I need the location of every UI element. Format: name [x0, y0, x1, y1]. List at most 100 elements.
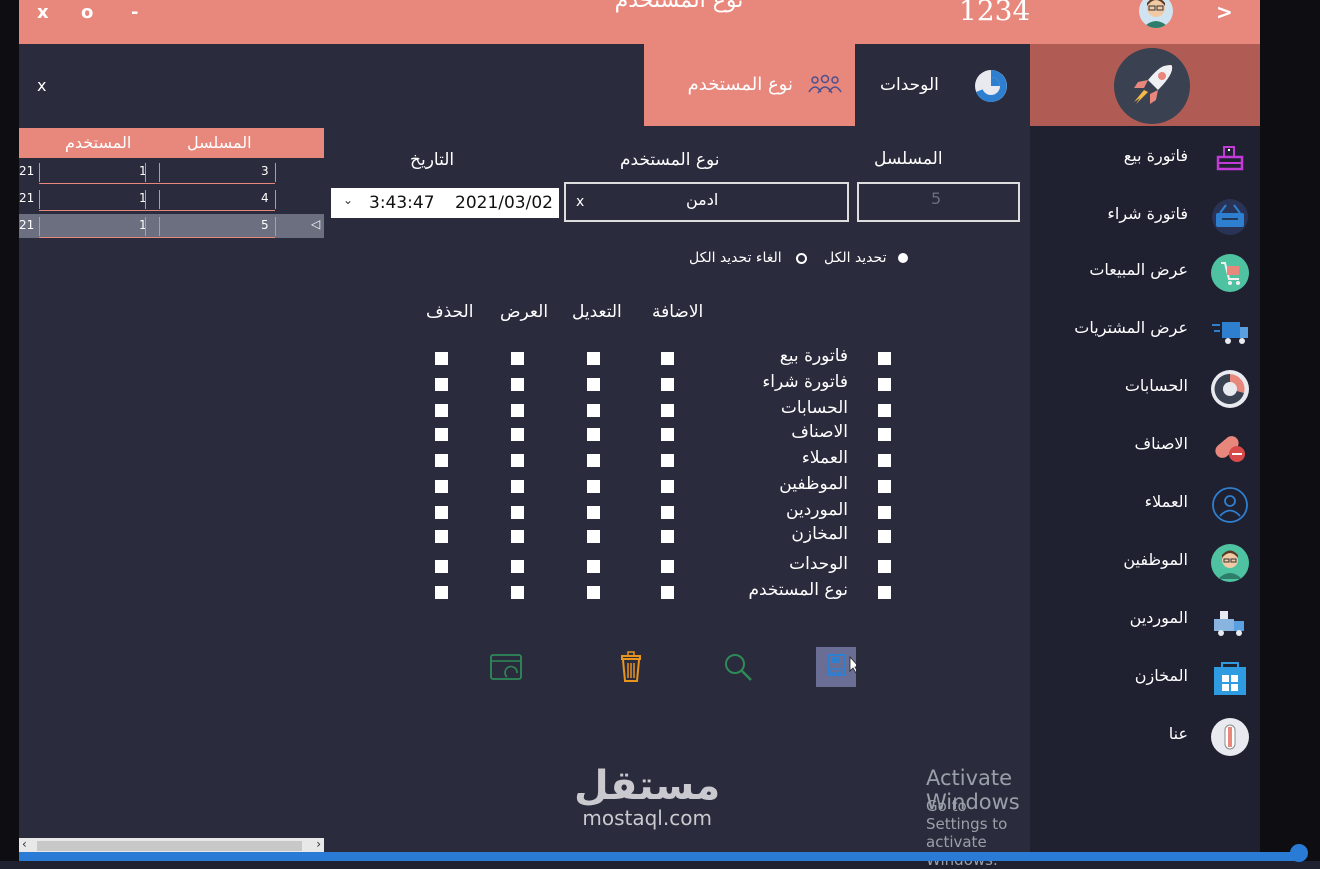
sidebar-item-truck[interactable]: عرض المشتريات — [1030, 306, 1260, 356]
permission-row-checkbox[interactable] — [878, 560, 891, 573]
permission-row-checkbox[interactable] — [878, 352, 891, 365]
watermark-latin: mostaql.com — [582, 806, 712, 830]
permission-edit-checkbox[interactable] — [587, 454, 600, 467]
deselect-all-radio[interactable] — [796, 253, 807, 264]
sidebar-item-pie-chart[interactable]: الحسابات — [1030, 364, 1260, 414]
close-button[interactable]: x — [37, 2, 49, 23]
sidebar-item-register[interactable]: فاتورة بيع — [1030, 134, 1260, 184]
permission-view-checkbox[interactable] — [511, 480, 524, 493]
scroll-thumb[interactable] — [37, 841, 302, 851]
permission-delete-checkbox[interactable] — [435, 560, 448, 573]
tab-user-type[interactable]: نوع المستخدم — [644, 44, 855, 126]
permission-label: المخازن — [791, 524, 848, 544]
grid-header-serial[interactable]: المسلسل — [187, 133, 252, 152]
permission-add-checkbox[interactable] — [661, 428, 674, 441]
permission-row-checkbox[interactable] — [878, 428, 891, 441]
permission-delete-checkbox[interactable] — [435, 352, 448, 365]
permission-delete-checkbox[interactable] — [435, 480, 448, 493]
sidebar-item-info[interactable]: عنا — [1030, 712, 1260, 762]
permission-row-checkbox[interactable] — [878, 378, 891, 391]
select-all-label[interactable]: تحديد الكل — [824, 250, 886, 266]
serial-value: 5 — [931, 189, 942, 208]
permission-row-checkbox[interactable] — [878, 530, 891, 543]
permission-delete-checkbox[interactable] — [435, 404, 448, 417]
table-row[interactable]: 21 1 4 — [19, 187, 324, 211]
permission-view-checkbox[interactable] — [511, 378, 524, 391]
permission-edit-checkbox[interactable] — [587, 506, 600, 519]
permission-row-checkbox[interactable] — [878, 506, 891, 519]
permission-view-checkbox[interactable] — [511, 560, 524, 573]
date-picker[interactable]: ⌄ 3:43:47 2021/03/02 — [331, 188, 559, 218]
permission-view-checkbox[interactable] — [511, 454, 524, 467]
sidebar-item-label: العملاء — [1144, 492, 1188, 511]
permission-view-checkbox[interactable] — [511, 586, 524, 599]
permission-view-checkbox[interactable] — [511, 428, 524, 441]
table-row[interactable]: 21 1 3 — [19, 160, 324, 184]
permission-delete-checkbox[interactable] — [435, 428, 448, 441]
permission-add-checkbox[interactable] — [661, 404, 674, 417]
permission-edit-checkbox[interactable] — [587, 352, 600, 365]
permission-delete-checkbox[interactable] — [435, 454, 448, 467]
window-title: نوع المستخدم — [614, 0, 744, 13]
permission-edit-checkbox[interactable] — [587, 428, 600, 441]
permission-row-checkbox[interactable] — [878, 454, 891, 467]
cart-icon — [1210, 253, 1250, 293]
tab-close-button[interactable]: x — [37, 76, 46, 95]
sidebar-item-pills[interactable]: الاصناف — [1030, 422, 1260, 472]
permission-delete-checkbox[interactable] — [435, 586, 448, 599]
grid-header-user[interactable]: المستخدم — [65, 133, 131, 152]
permission-view-checkbox[interactable] — [511, 506, 524, 519]
sidebar-item-basket[interactable]: فاتورة شراء — [1030, 192, 1260, 242]
permission-add-checkbox[interactable] — [661, 454, 674, 467]
sidebar-item-employee[interactable]: الموظفين — [1030, 538, 1260, 588]
restore-button[interactable]: o — [81, 2, 93, 23]
chevron-down-icon[interactable]: ⌄ — [343, 193, 353, 207]
permission-add-checkbox[interactable] — [661, 530, 674, 543]
user-type-field[interactable]: x ادمن — [564, 182, 849, 222]
back-button[interactable]: > — [1216, 0, 1233, 24]
permission-view-checkbox[interactable] — [511, 530, 524, 543]
sidebar-item-store[interactable]: المخازن — [1030, 654, 1260, 704]
permission-view-checkbox[interactable] — [511, 352, 524, 365]
sidebar-item-label: عرض المشتريات — [1074, 318, 1188, 337]
serial-field[interactable]: 5 — [857, 182, 1020, 222]
permission-delete-checkbox[interactable] — [435, 530, 448, 543]
column-edit: التعديل — [572, 302, 622, 322]
select-all-radio[interactable] — [898, 253, 908, 263]
rocket-logo-icon — [1114, 48, 1190, 124]
permission-add-checkbox[interactable] — [661, 560, 674, 573]
permission-delete-checkbox[interactable] — [435, 378, 448, 391]
sidebar-item-user-circle[interactable]: العملاء — [1030, 480, 1260, 530]
table-cell-date: 21 — [19, 164, 35, 178]
permission-add-checkbox[interactable] — [661, 352, 674, 365]
permission-add-checkbox[interactable] — [661, 378, 674, 391]
refresh-button[interactable] — [486, 647, 526, 687]
permission-delete-checkbox[interactable] — [435, 506, 448, 519]
permission-row-checkbox[interactable] — [878, 586, 891, 599]
permission-view-checkbox[interactable] — [511, 404, 524, 417]
sidebar-item-delivery-truck[interactable]: الموردين — [1030, 596, 1260, 646]
permission-add-checkbox[interactable] — [661, 586, 674, 599]
permission-edit-checkbox[interactable] — [587, 404, 600, 417]
permission-edit-checkbox[interactable] — [587, 378, 600, 391]
permission-add-checkbox[interactable] — [661, 480, 674, 493]
permission-edit-checkbox[interactable] — [587, 480, 600, 493]
sidebar-item-cart[interactable]: عرض المبيعات — [1030, 248, 1260, 298]
permission-add-checkbox[interactable] — [661, 506, 674, 519]
scroll-left-icon[interactable]: ‹ — [22, 837, 27, 851]
mostaql-watermark: مستقل mostaql.com — [574, 766, 720, 830]
save-button[interactable] — [816, 647, 860, 687]
table-row[interactable]: 21 1 5 ◁ — [19, 214, 324, 238]
permission-edit-checkbox[interactable] — [587, 560, 600, 573]
permission-row-checkbox[interactable] — [878, 404, 891, 417]
delete-button[interactable] — [612, 647, 652, 687]
permission-row-checkbox[interactable] — [878, 480, 891, 493]
minimize-button[interactable]: - — [131, 2, 138, 23]
scroll-right-icon[interactable]: › — [316, 837, 321, 851]
deselect-all-label[interactable]: الغاء تحديد الكل — [689, 250, 782, 266]
search-button[interactable] — [719, 647, 759, 687]
tab-units[interactable]: الوحدات — [855, 44, 1030, 126]
permission-edit-checkbox[interactable] — [587, 530, 600, 543]
permission-edit-checkbox[interactable] — [587, 586, 600, 599]
user-type-clear-button[interactable]: x — [576, 194, 584, 210]
